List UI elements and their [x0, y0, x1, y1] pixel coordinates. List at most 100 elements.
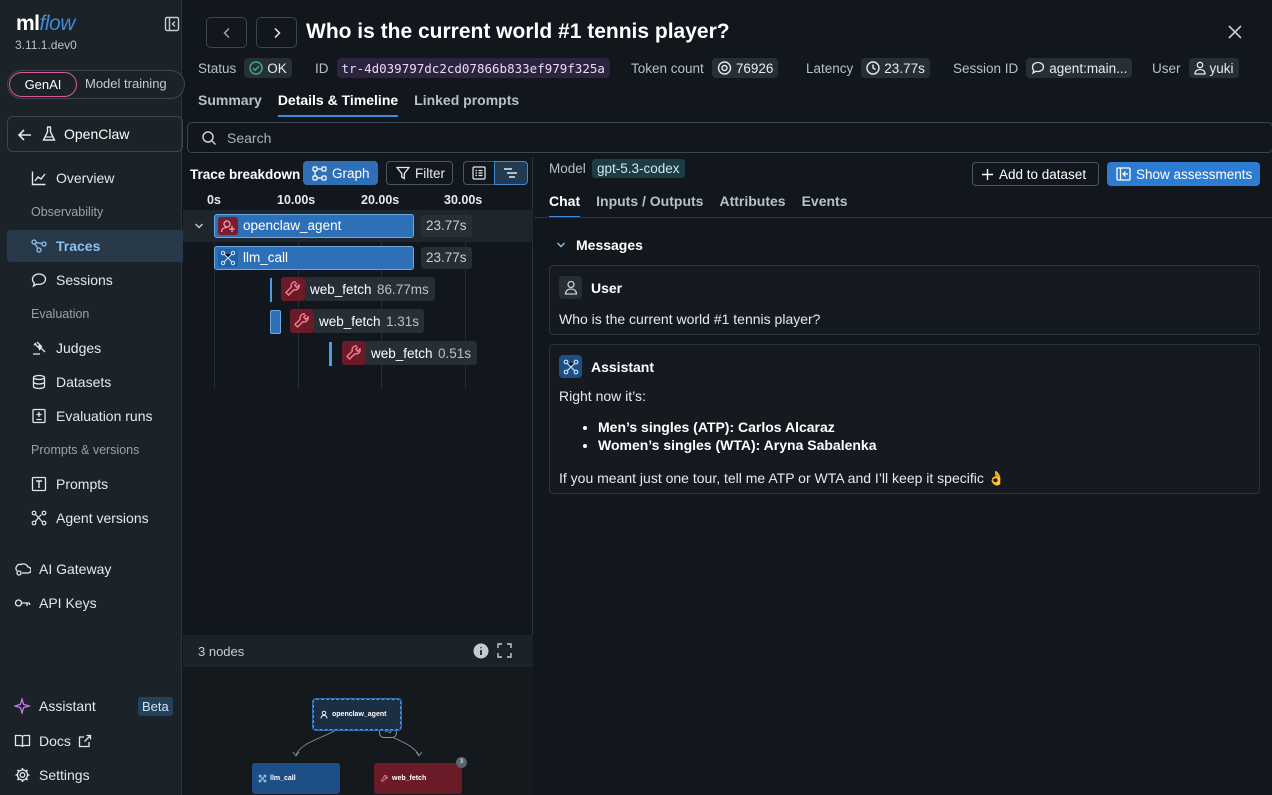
- section-observability: Observability: [31, 205, 104, 219]
- list-icon: [472, 166, 486, 180]
- version-label: 3.11.1.dev0: [15, 38, 77, 52]
- user-message: User Who is the current world #1 tennis …: [549, 265, 1260, 335]
- user-field: User yuki: [1152, 58, 1239, 78]
- add-to-dataset-button[interactable]: Add to dataset: [972, 162, 1099, 186]
- user-icon: [559, 276, 582, 299]
- trace-id-badge[interactable]: tr-4d039797dc2cd07866b833ef979f325a: [336, 58, 610, 78]
- check-circle-icon: [249, 61, 263, 75]
- sidebar-item-assistant[interactable]: Assistant: [14, 698, 96, 714]
- chart-line-icon: [31, 171, 46, 186]
- span-bar[interactable]: [270, 278, 272, 302]
- traces-icon: [31, 239, 47, 253]
- mode-switch: GenAI Model training: [7, 70, 185, 99]
- assistant-outro: If you meant just one tour, tell me ATP …: [559, 470, 1006, 486]
- mode-model-training[interactable]: Model training: [85, 76, 167, 91]
- search-icon: [202, 131, 217, 146]
- sidebar-item-overview[interactable]: Overview: [7, 162, 183, 194]
- graph-node-root[interactable]: openclaw_agent: [312, 698, 402, 731]
- span-row[interactable]: web_fetch 0.51s: [183, 338, 533, 370]
- graph-minimap[interactable]: ×3 openclaw_agent llm_call web_fetch 3: [183, 667, 533, 795]
- assistant-message: Assistant Right now it’s: Men’s singles …: [549, 344, 1260, 494]
- section-prompts: Prompts & versions: [31, 443, 140, 457]
- graph-button[interactable]: Graph: [303, 161, 378, 185]
- sidebar-item-ai-gateway[interactable]: AI Gateway: [14, 561, 111, 577]
- span-detail-pane: Model gpt-5.3-codex Add to dataset Show …: [534, 157, 1272, 795]
- info-icon[interactable]: [473, 643, 489, 659]
- text-box-icon: [31, 476, 47, 492]
- llm-icon: [559, 355, 582, 378]
- show-assessments-button[interactable]: Show assessments: [1107, 162, 1260, 186]
- chevron-down-icon[interactable]: [194, 222, 204, 230]
- tab-chat[interactable]: Chat: [549, 193, 581, 218]
- collapse-sidebar-icon[interactable]: [164, 16, 180, 32]
- sidebar-item-docs[interactable]: Docs: [14, 733, 100, 749]
- wrench-icon: [281, 277, 305, 301]
- user-badge[interactable]: yuki: [1188, 58, 1239, 78]
- search-input[interactable]: Search: [187, 122, 1272, 153]
- span-row[interactable]: web_fetch 1.31s: [183, 306, 533, 338]
- fullscreen-icon[interactable]: [497, 643, 512, 658]
- sidebar-item-evaluation-runs[interactable]: Evaluation runs: [7, 400, 183, 432]
- axis-tick: 10.00s: [277, 193, 316, 207]
- external-link-icon: [78, 734, 92, 748]
- panel-expand-icon: [1116, 167, 1131, 181]
- next-trace-button[interactable]: [256, 17, 297, 48]
- span-duration: 23.77s: [421, 247, 472, 269]
- span-bar[interactable]: [270, 310, 281, 334]
- tab-attributes[interactable]: Attributes: [719, 193, 785, 218]
- sidebar-item-agent-versions[interactable]: Agent versions: [7, 502, 183, 534]
- span-bar[interactable]: [329, 342, 332, 366]
- node-count-badge: 3: [456, 757, 467, 768]
- sidebar-item-datasets[interactable]: Datasets: [7, 366, 183, 398]
- messages-header[interactable]: Messages: [556, 237, 643, 253]
- list-view-button[interactable]: [463, 161, 495, 185]
- mode-genai[interactable]: GenAI: [9, 72, 77, 97]
- tab-linked-prompts[interactable]: Linked prompts: [414, 92, 519, 117]
- gavel-icon: [33, 341, 46, 355]
- graph-edges: [292, 710, 423, 757]
- sidebar-item-judges[interactable]: Judges: [7, 332, 183, 364]
- axis-tick: 20.00s: [361, 193, 400, 207]
- trace-title: Who is the current world #1 tennis playe…: [306, 20, 730, 43]
- span-row[interactable]: openclaw_agent 23.77s: [183, 210, 533, 242]
- graph-icon: [312, 165, 327, 181]
- session-id-badge[interactable]: agent:main...: [1026, 58, 1133, 78]
- sidebar-item-prompts[interactable]: Prompts: [7, 468, 183, 500]
- node-count: 3 nodes: [198, 644, 245, 659]
- wrench-icon: [380, 775, 388, 783]
- axis-tick: 30.00s: [444, 193, 483, 207]
- sidebar-item-sessions[interactable]: Sessions: [7, 264, 183, 296]
- coin-icon: [717, 61, 732, 75]
- key-icon: [14, 599, 31, 607]
- close-icon[interactable]: [1227, 24, 1243, 40]
- filter-button[interactable]: Filter: [386, 161, 453, 185]
- sidebar-item-traces[interactable]: Traces: [7, 230, 183, 262]
- model-badge: gpt-5.3-codex: [592, 159, 685, 178]
- graph-node-llm-call[interactable]: llm_call: [252, 763, 340, 794]
- prev-trace-button[interactable]: [206, 17, 247, 48]
- tab-inputs-outputs[interactable]: Inputs / Outputs: [596, 193, 703, 218]
- user-message-text: Who is the current world #1 tennis playe…: [559, 311, 821, 327]
- trace-breakdown-pane: Trace breakdown Graph Filter 0s 10.00s 2…: [183, 157, 533, 795]
- arrow-left-icon[interactable]: [17, 127, 33, 143]
- agent-icon: [218, 217, 238, 235]
- span-duration: 0.51s: [438, 346, 472, 361]
- span-row[interactable]: llm_call 23.77s: [183, 242, 533, 274]
- span-duration: 86.77ms: [377, 282, 429, 297]
- list-item: Men’s singles (ATP): Carlos Alcaraz: [598, 419, 877, 435]
- timeline-icon: [504, 168, 517, 178]
- latency-badge: 23.77s: [861, 58, 930, 78]
- llm-icon: [218, 249, 238, 267]
- search-placeholder: Search: [227, 130, 272, 146]
- graph-node-web-fetch[interactable]: web_fetch: [374, 763, 462, 794]
- detail-tabs: Summary Details & Timeline Linked prompt…: [198, 92, 535, 117]
- sidebar-item-api-keys[interactable]: API Keys: [14, 595, 97, 611]
- tab-details-timeline[interactable]: Details & Timeline: [277, 92, 399, 117]
- tab-events[interactable]: Events: [802, 193, 848, 218]
- span-row[interactable]: web_fetch 86.77ms: [183, 274, 533, 306]
- workspace-selector[interactable]: OpenClaw: [7, 116, 183, 152]
- sidebar-item-settings[interactable]: Settings: [14, 767, 90, 783]
- timeline-view-button[interactable]: [494, 161, 528, 185]
- tab-summary[interactable]: Summary: [198, 92, 262, 117]
- mlflow-logo[interactable]: mlflow: [16, 12, 75, 36]
